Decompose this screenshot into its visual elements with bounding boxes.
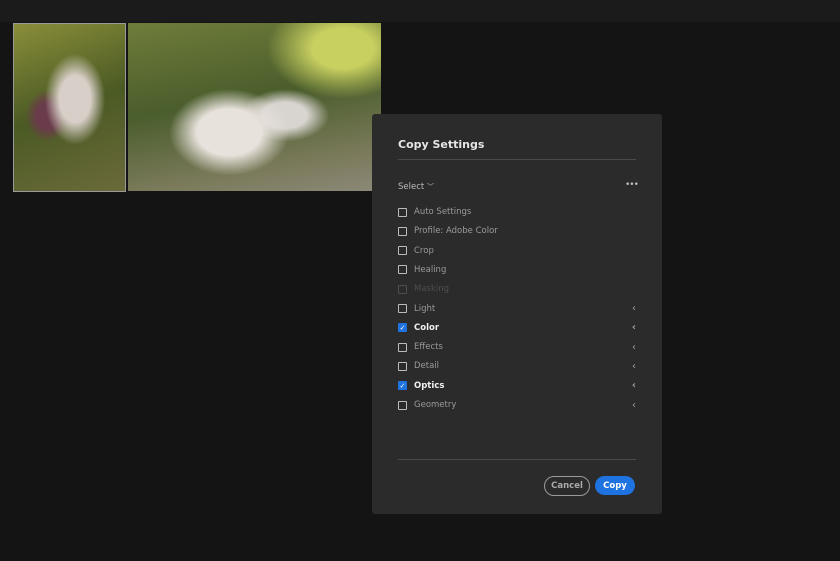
setting-label: Crop [414,246,434,256]
checkbox[interactable] [398,227,407,236]
divider [398,159,636,160]
setting-label: Detail [414,361,439,371]
chevron-left-icon[interactable]: ‹ [632,361,636,372]
chevron-left-icon[interactable]: ‹ [632,322,636,333]
setting-item-color[interactable]: ✓ Color ‹ [398,321,636,335]
top-bar [0,0,840,22]
setting-item-profile-adobe-color[interactable]: Profile: Adobe Color [398,224,636,238]
chevron-left-icon[interactable]: ‹ [632,342,636,353]
setting-item-detail[interactable]: Detail ‹ [398,359,636,373]
checkbox[interactable] [398,246,407,255]
chevron-left-icon[interactable]: ‹ [632,380,636,391]
setting-label: Masking [414,284,449,294]
checkbox[interactable]: ✓ [398,323,407,332]
checkbox [398,285,407,294]
setting-label: Optics [414,381,444,391]
copy-button[interactable]: Copy [595,476,635,495]
setting-label: Effects [414,342,443,352]
setting-label: Geometry [414,400,456,410]
setting-item-light[interactable]: Light ‹ [398,302,636,316]
setting-label: Color [414,323,439,333]
divider [398,459,636,460]
setting-item-crop[interactable]: Crop [398,244,636,258]
checkbox[interactable] [398,343,407,352]
chevron-left-icon[interactable]: ‹ [632,303,636,314]
setting-item-geometry[interactable]: Geometry ‹ [398,398,636,412]
select-dropdown[interactable]: Select ﹀ [398,182,434,192]
select-label: Select [398,182,424,192]
checkbox[interactable] [398,304,407,313]
setting-label: Light [414,304,435,314]
setting-item-effects[interactable]: Effects ‹ [398,340,636,354]
setting-item-masking: Masking [398,282,636,296]
checkbox[interactable] [398,265,407,274]
setting-item-optics[interactable]: ✓ Optics ‹ [398,379,636,393]
photo-thumbnail-selected[interactable] [13,23,126,192]
chevron-left-icon[interactable]: ‹ [632,400,636,411]
setting-item-healing[interactable]: Healing [398,263,636,277]
cancel-button[interactable]: Cancel [544,476,590,496]
checkbox[interactable] [398,208,407,217]
dialog-title: Copy Settings [398,138,484,151]
checkbox[interactable] [398,362,407,371]
copy-settings-dialog: Copy Settings Select ﹀ ••• Auto Settings… [372,114,662,514]
setting-item-auto-settings[interactable]: Auto Settings [398,205,636,219]
checkbox[interactable]: ✓ [398,381,407,390]
setting-label: Profile: Adobe Color [414,226,498,236]
setting-label: Auto Settings [414,207,471,217]
setting-label: Healing [414,265,446,275]
photo-thumbnail[interactable] [128,23,381,191]
chevron-down-icon: ﹀ [427,183,434,191]
checkbox[interactable] [398,401,407,410]
more-options-icon[interactable]: ••• [625,180,638,190]
